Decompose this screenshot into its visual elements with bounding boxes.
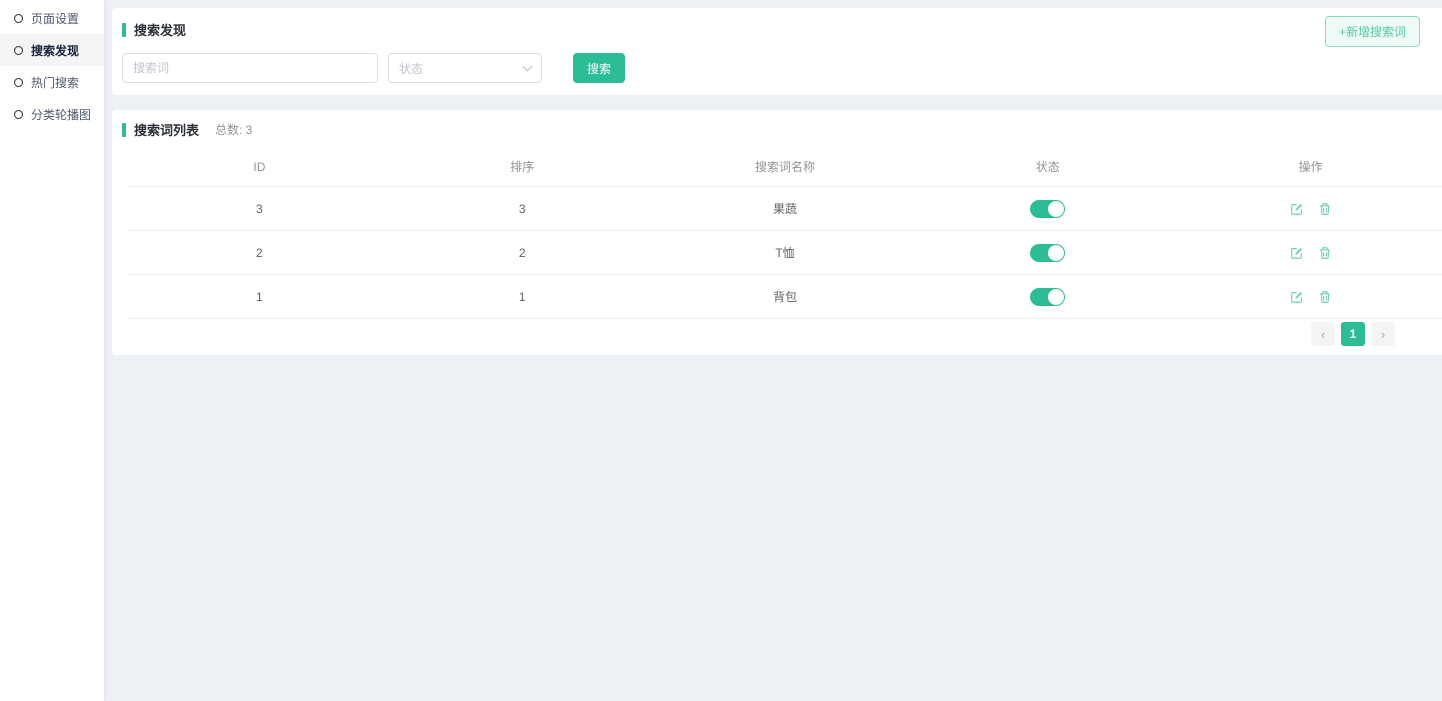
cell-name: 背包 <box>654 288 917 305</box>
cell-status <box>916 244 1179 262</box>
cell-status <box>916 200 1179 218</box>
delete-button[interactable] <box>1318 246 1332 260</box>
cell-sort: 2 <box>391 246 654 260</box>
cell-operations <box>1179 246 1442 260</box>
title-accent-bar <box>122 123 126 137</box>
trash-icon <box>1318 202 1332 216</box>
column-header-status: 状态 <box>916 158 1179 175</box>
list-panel-title: 搜索词列表 总数: 3 <box>112 120 1442 139</box>
edit-button[interactable] <box>1290 246 1304 260</box>
delete-button[interactable] <box>1318 202 1332 216</box>
search-button[interactable]: 搜索 <box>573 53 625 83</box>
status-select[interactable]: 状态 <box>388 53 542 83</box>
sidebar-item-label: 分类轮播图 <box>31 106 91 123</box>
keyword-input[interactable] <box>122 53 378 83</box>
search-panel: 搜索发现 状态 搜索 +新增搜索词 <box>112 8 1442 95</box>
sidebar-item-label: 热门搜索 <box>31 74 79 91</box>
cell-id: 2 <box>128 246 391 260</box>
sidebar-item-hot-search[interactable]: 热门搜索 <box>0 66 104 98</box>
list-title: 搜索词列表 <box>134 120 199 139</box>
prev-page-button[interactable]: ‹ <box>1311 322 1335 346</box>
cell-sort: 1 <box>391 290 654 304</box>
sidebar-item-page-settings[interactable]: 页面设置 <box>0 2 104 34</box>
edit-icon <box>1290 290 1304 304</box>
cell-operations <box>1179 290 1442 304</box>
sidebar-item-category-carousel[interactable]: 分类轮播图 <box>0 98 104 130</box>
trash-icon <box>1318 290 1332 304</box>
cell-name: 果蔬 <box>654 200 917 217</box>
sidebar-item-label: 页面设置 <box>31 10 79 27</box>
chevron-down-icon <box>523 61 533 71</box>
status-toggle[interactable] <box>1030 288 1065 306</box>
circle-icon <box>14 14 23 23</box>
edit-button[interactable] <box>1290 290 1304 304</box>
circle-icon <box>14 78 23 87</box>
total-count-label: 总数: 3 <box>215 121 252 138</box>
status-toggle[interactable] <box>1030 244 1065 262</box>
table-header-row: ID 排序 搜索词名称 状态 操作 <box>128 147 1442 187</box>
search-word-table: ID 排序 搜索词名称 状态 操作 3 3 果蔬 <box>128 147 1442 319</box>
delete-button[interactable] <box>1318 290 1332 304</box>
table-row: 2 2 T恤 <box>128 231 1442 275</box>
cell-sort: 3 <box>391 202 654 216</box>
cell-status <box>916 288 1179 306</box>
search-panel-title: 搜索发现 <box>122 20 1432 39</box>
sidebar-item-search-discovery[interactable]: 搜索发现 <box>0 34 104 66</box>
title-accent-bar <box>122 23 126 37</box>
sidebar: 页面设置 搜索发现 热门搜索 分类轮播图 <box>0 0 104 701</box>
cell-operations <box>1179 202 1442 216</box>
next-page-button[interactable]: › <box>1371 322 1395 346</box>
edit-icon <box>1290 246 1304 260</box>
cell-id: 3 <box>128 202 391 216</box>
column-header-name: 搜索词名称 <box>654 158 917 175</box>
page-title: 搜索发现 <box>134 20 186 39</box>
column-header-ops: 操作 <box>1179 158 1442 175</box>
circle-icon <box>14 46 23 55</box>
table-row: 3 3 果蔬 <box>128 187 1442 231</box>
status-select-placeholder: 状态 <box>399 60 423 77</box>
cell-id: 1 <box>128 290 391 304</box>
circle-icon <box>14 110 23 119</box>
add-search-word-button[interactable]: +新增搜索词 <box>1325 16 1420 47</box>
search-word-list-panel: 搜索词列表 总数: 3 ID 排序 搜索词名称 状态 操作 3 3 果蔬 <box>112 110 1442 355</box>
filter-form: 状态 搜索 <box>122 53 1432 83</box>
table-row: 1 1 背包 <box>128 275 1442 319</box>
app-root: 页面设置 搜索发现 热门搜索 分类轮播图 搜索发现 状态 <box>0 0 1442 701</box>
column-header-id: ID <box>128 160 391 174</box>
status-toggle[interactable] <box>1030 200 1065 218</box>
column-header-sort: 排序 <box>391 158 654 175</box>
main-content: 搜索发现 状态 搜索 +新增搜索词 搜索词列表 总数: 3 ID <box>104 0 1442 701</box>
edit-icon <box>1290 202 1304 216</box>
page-number-button[interactable]: 1 <box>1341 322 1365 346</box>
pagination: ‹ 1 › <box>1311 322 1395 346</box>
sidebar-item-label: 搜索发现 <box>31 42 79 59</box>
cell-name: T恤 <box>654 244 917 261</box>
edit-button[interactable] <box>1290 202 1304 216</box>
trash-icon <box>1318 246 1332 260</box>
